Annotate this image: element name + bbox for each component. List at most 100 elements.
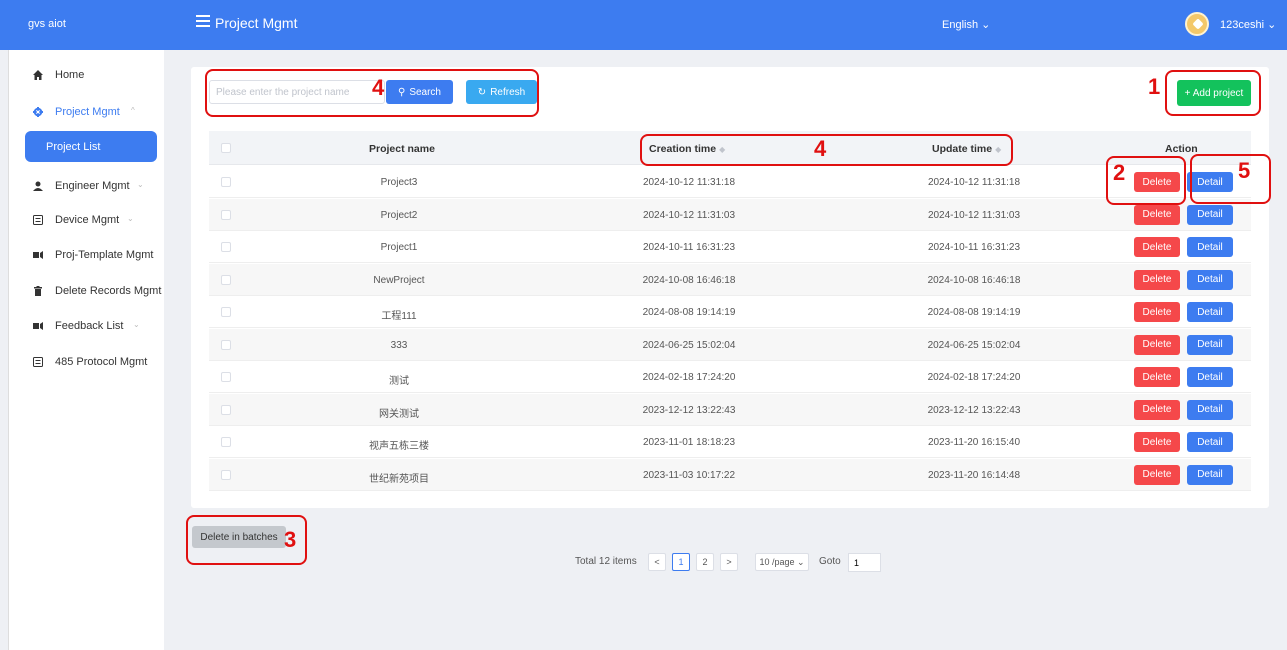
detail-button[interactable]: Detail — [1187, 269, 1233, 290]
annotation-number: 2 — [1113, 160, 1126, 185]
sidebar-item-feedback-list[interactable]: Feedback List ⌄ — [9, 311, 165, 341]
cell-update-time: 2024-08-08 19:14:19 — [927, 307, 1021, 318]
cell-update-time: 2024-10-11 16:31:23 — [927, 242, 1021, 253]
header-action: Action — [1165, 143, 1198, 155]
user-menu[interactable]: 123ceshi ⌄ — [1220, 18, 1276, 31]
sidebar-item-label: 485 Protocol Mgmt — [55, 356, 148, 368]
detail-button[interactable]: Detail — [1187, 204, 1233, 225]
sidebar-item-home[interactable]: Home — [9, 60, 165, 90]
cell-project-name: NewProject — [373, 274, 425, 286]
avatar[interactable] — [1185, 12, 1209, 36]
cell-project-name: Project1 — [380, 242, 418, 253]
row-checkbox[interactable] — [221, 372, 231, 382]
delete-button[interactable]: Delete — [1134, 464, 1180, 485]
annotation-box — [640, 134, 1013, 166]
cell-creation-time: 2024-02-18 17:24:20 — [642, 372, 736, 383]
table-row: 工程111 2024-08-08 19:14:19 2024-08-08 19:14… — [209, 296, 1251, 328]
annotation-number: 3 — [284, 527, 297, 552]
table-row: Project1 2024-10-11 16:31:23 2024-10-11 16… — [209, 231, 1251, 263]
sidebar-item-device-mgmt[interactable]: Device Mgmt ⌄ — [9, 205, 165, 235]
sidebar-item-project-mgmt[interactable]: Project Mgmt ^ — [9, 97, 165, 127]
delete-button[interactable]: Delete — [1134, 367, 1180, 387]
top-bar: gvs aiot Project Mgmt English ⌄ 123ceshi… — [0, 0, 1287, 50]
sidebar: Home Project Mgmt ^ Project List Enginee… — [8, 50, 164, 650]
delete-button[interactable]: Delete — [1134, 432, 1180, 452]
user-icon — [33, 181, 43, 191]
row-checkbox[interactable] — [221, 404, 231, 415]
home-icon — [33, 70, 43, 80]
cell-project-name: 333 — [390, 339, 408, 351]
cell-update-time: 2023-12-12 13:22:43 — [927, 404, 1021, 416]
delete-button[interactable]: Delete — [1134, 204, 1180, 225]
device-icon — [33, 215, 43, 225]
sidebar-item-engineer-mgmt[interactable]: Engineer Mgmt ⌄ — [9, 171, 165, 201]
protocol-icon — [33, 357, 43, 367]
annotation-box — [1190, 154, 1271, 204]
page-size-select[interactable]: 10 /page ⌄ — [755, 553, 809, 571]
page-1-button[interactable]: 1 — [672, 553, 690, 571]
sidebar-item-project-list[interactable]: Project List — [25, 131, 157, 162]
cell-project-name: Project2 — [380, 209, 418, 221]
language-selector[interactable]: English ⌄ — [942, 18, 990, 31]
row-checkbox[interactable] — [221, 437, 231, 447]
select-all-checkbox[interactable] — [221, 143, 231, 153]
goto-label: Goto — [819, 556, 841, 567]
table-row: Project2 2024-10-12 11:31:03 2024-10-12 11… — [209, 198, 1251, 231]
row-checkbox[interactable] — [221, 469, 231, 480]
brand-name: gvs aiot — [28, 18, 66, 30]
delete-button[interactable]: Delete — [1134, 399, 1180, 420]
sidebar-item-label: Home — [55, 69, 85, 81]
row-checkbox[interactable] — [221, 209, 231, 220]
cell-update-time: 2024-02-18 17:24:20 — [927, 372, 1021, 383]
delete-button[interactable]: Delete — [1134, 269, 1180, 290]
table-row: 网关测试 2023-12-12 13:22:43 2023-12-12 13:22:… — [209, 393, 1251, 426]
cell-project-name: 视声五栋三楼 — [369, 441, 429, 452]
page-title: Project Mgmt — [215, 15, 298, 31]
cell-project-name: 工程111 — [381, 311, 417, 322]
cell-update-time: 2024-10-12 11:31:18 — [927, 177, 1021, 188]
cell-creation-time: 2023-11-01 18:18:23 — [642, 437, 736, 448]
cell-update-time: 2023-11-20 16:15:40 — [927, 437, 1021, 448]
delete-button[interactable]: Delete — [1134, 334, 1180, 355]
detail-button[interactable]: Detail — [1187, 464, 1233, 485]
row-checkbox[interactable] — [221, 307, 231, 317]
next-page-button[interactable]: > — [720, 553, 738, 571]
table-row: 333 2024-06-25 15:02:04 2024-06-25 15:02:0… — [209, 328, 1251, 361]
row-checkbox[interactable] — [221, 339, 231, 350]
row-checkbox[interactable] — [221, 242, 231, 252]
table-row: 视声五栋三楼 2023-11-01 18:18:23 2023-11-20 16:1… — [209, 426, 1251, 458]
sidebar-item-label: Project Mgmt — [55, 106, 120, 118]
table-row: 世纪新苑项目 2023-11-03 10:17:22 2023-11-20 16:1… — [209, 458, 1251, 491]
page-2-button[interactable]: 2 — [696, 553, 714, 571]
sidebar-item-label: Delete Records Mgmt — [55, 285, 162, 297]
cell-project-name: 世纪新苑项目 — [369, 473, 429, 485]
annotation-box — [1165, 70, 1261, 116]
trash-icon — [34, 286, 42, 296]
table-row: 测试 2024-02-18 17:24:20 2024-02-18 17:24:20… — [209, 361, 1251, 393]
detail-button[interactable]: Detail — [1187, 367, 1233, 387]
annotation-number: 4 — [372, 75, 385, 100]
cell-project-name: 网关测试 — [379, 408, 419, 420]
goto-page-input[interactable] — [848, 553, 881, 572]
sidebar-item-proj-template-mgmt[interactable]: Proj-Template Mgmt — [9, 240, 165, 270]
detail-button[interactable]: Detail — [1187, 432, 1233, 452]
template-icon — [33, 251, 43, 259]
delete-button[interactable]: Delete — [1134, 302, 1180, 322]
prev-page-button[interactable]: < — [648, 553, 666, 571]
sidebar-item-delete-records-mgmt[interactable]: Delete Records Mgmt — [9, 276, 165, 306]
detail-button[interactable]: Detail — [1187, 237, 1233, 257]
row-checkbox[interactable] — [221, 274, 231, 285]
cell-creation-time: 2024-10-12 11:31:18 — [642, 177, 736, 188]
row-checkbox[interactable] — [221, 177, 231, 187]
hamburger-menu-icon[interactable] — [196, 15, 210, 29]
detail-button[interactable]: Detail — [1187, 399, 1233, 420]
detail-button[interactable]: Detail — [1187, 334, 1233, 355]
annotation-number: 4 — [814, 136, 827, 161]
detail-button[interactable]: Detail — [1187, 302, 1233, 322]
cell-creation-time: 2024-10-08 16:46:18 — [642, 274, 736, 286]
project-table: Project name Creation time ◆ Update time ◆… — [209, 131, 1251, 493]
chevron-down-icon: ⌄ — [133, 320, 140, 329]
delete-button[interactable]: Delete — [1134, 237, 1180, 257]
cell-creation-time: 2024-06-25 15:02:04 — [642, 339, 736, 351]
sidebar-item-485-protocol-mgmt[interactable]: 485 Protocol Mgmt — [9, 347, 165, 377]
